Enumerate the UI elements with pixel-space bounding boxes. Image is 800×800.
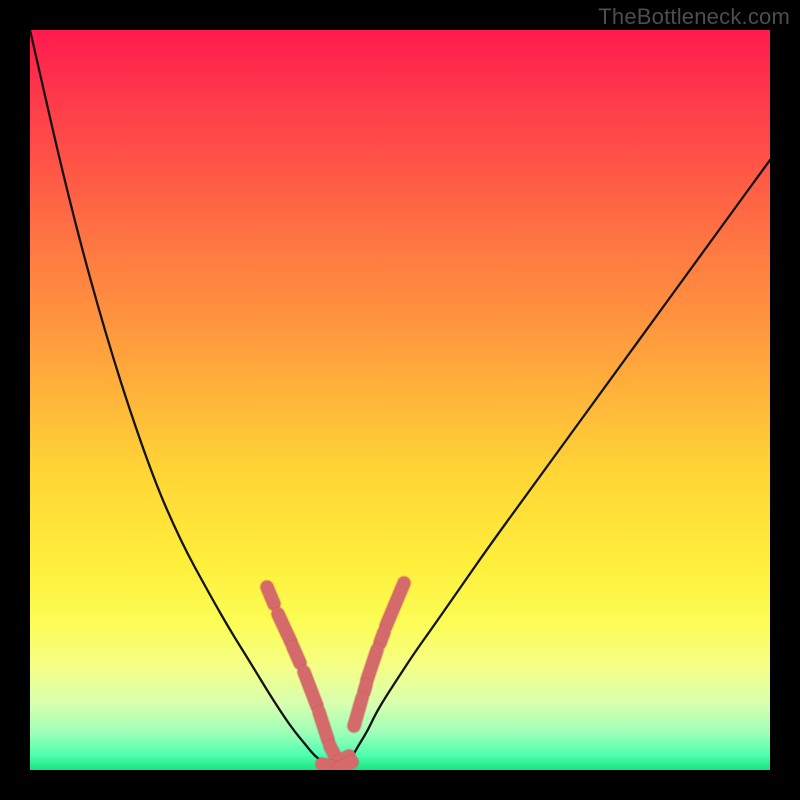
chart-frame: TheBottleneck.com [0,0,800,800]
data-marker [267,587,274,604]
curve-group [30,30,770,769]
data-marker [293,647,300,663]
watermark-text: TheBottleneck.com [598,4,790,30]
plot-area [30,30,770,770]
data-marker [386,583,404,626]
left-curve [30,30,328,766]
data-marker [380,632,384,643]
marker-group [267,583,404,768]
right-curve [348,160,770,765]
data-marker [304,672,317,706]
data-marker [319,712,328,740]
data-marker [278,614,291,642]
data-marker [354,698,362,726]
data-marker [340,762,352,768]
chart-svg [30,30,770,770]
